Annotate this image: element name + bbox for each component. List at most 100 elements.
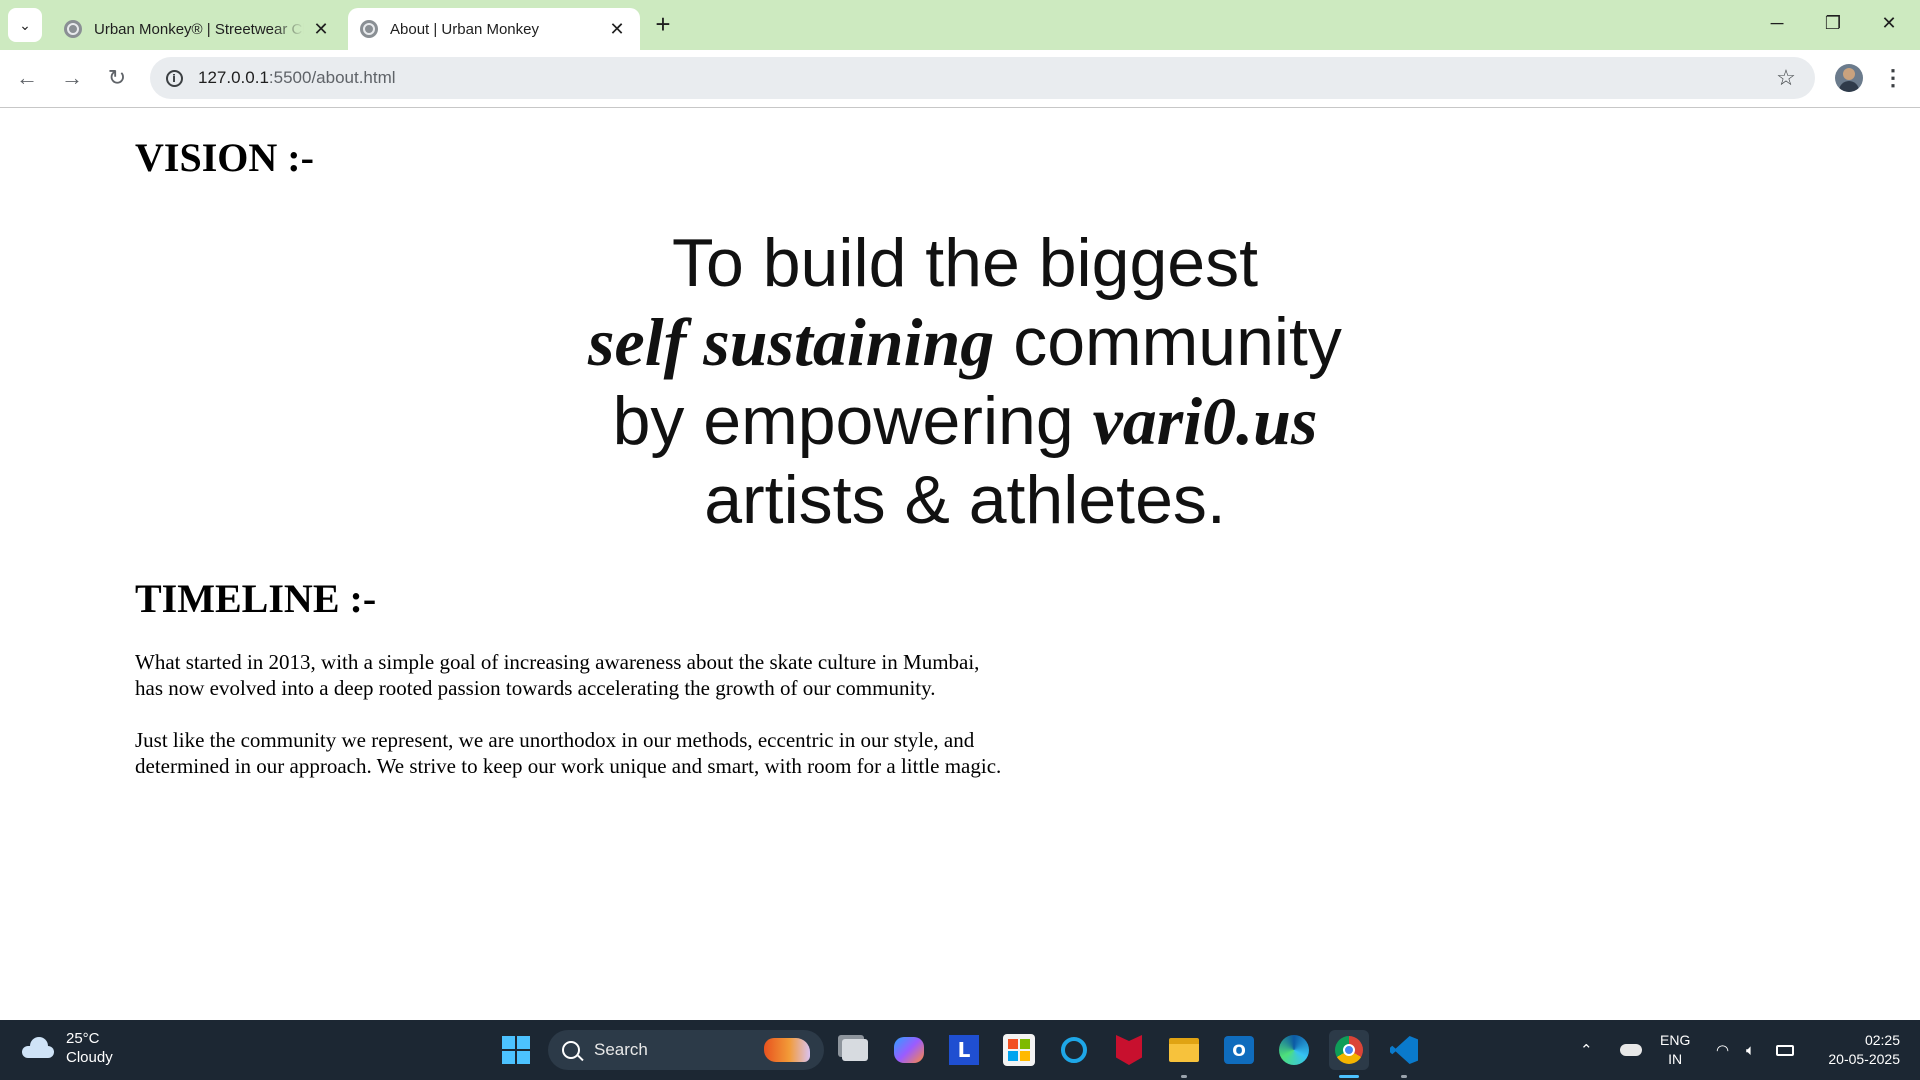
paragraph-line: determined in our approach. We strive to… — [135, 754, 1002, 778]
task-view-icon[interactable] — [835, 1030, 875, 1070]
bookmark-button[interactable]: ☆ — [1769, 61, 1803, 95]
store-pane — [1008, 1039, 1018, 1049]
restore-button[interactable]: ❐ — [1806, 0, 1860, 46]
star-icon: ☆ — [1776, 65, 1796, 90]
profile-avatar[interactable] — [1835, 64, 1863, 92]
chrome-center — [1343, 1044, 1355, 1056]
start-button[interactable] — [502, 1036, 530, 1064]
store-pane — [1020, 1051, 1030, 1061]
paragraph-line: Just like the community we represent, we… — [135, 728, 975, 752]
volume-icon[interactable]: 🔈︎ — [1746, 1020, 1755, 1080]
copilot-shape — [894, 1037, 924, 1063]
windows-logo-pane — [517, 1051, 530, 1064]
chevron-up-icon: ⌃ — [1580, 1042, 1593, 1059]
reload-button[interactable]: ↻ — [100, 61, 134, 95]
browser-toolbar: ← → ↻ i 127.0.0.1:5500/about.html ☆ ⋮ — [0, 50, 1920, 108]
tab-title: Urban Monkey® | Streetwear Clothing — [94, 20, 304, 38]
file-explorer-icon[interactable] — [1164, 1030, 1204, 1078]
vscode-icon[interactable] — [1384, 1030, 1424, 1078]
url-text[interactable]: 127.0.0.1:5500/about.html — [198, 68, 1769, 88]
vision-emphasis: vari0.us — [1092, 383, 1318, 459]
vision-text: by empowering — [612, 383, 1093, 459]
language-code: ENG — [1660, 1032, 1691, 1048]
browser-menu-button[interactable]: ⋮ — [1878, 61, 1908, 95]
kebab-menu-icon: ⋮ — [1882, 65, 1904, 90]
store-pane — [1020, 1039, 1030, 1049]
paragraph-line: What started in 2013, with a simple goal… — [135, 650, 980, 674]
show-hidden-icons-button[interactable]: ⌃ — [1580, 1020, 1593, 1080]
clock[interactable]: 02:25 20-05-2025 — [1815, 1031, 1900, 1069]
search-label: Search — [594, 1040, 648, 1059]
back-button[interactable]: ← — [10, 61, 44, 95]
windows-logo-pane — [502, 1051, 515, 1064]
edge-shape — [1279, 1035, 1309, 1065]
vision-line-4: artists & athletes. — [704, 462, 1226, 538]
arrow-left-icon: ← — [16, 65, 38, 90]
windows-logo-pane — [517, 1036, 530, 1049]
taskbar: 25°C Cloudy Search L O ⌃ ENG IN ◠ 🔈︎ 02:… — [0, 1020, 1920, 1080]
tab-strip: ⌄ Urban Monkey® | Streetwear Clothing ✕ … — [0, 0, 1920, 50]
wifi-glyph: ◠ — [1716, 1042, 1730, 1059]
arrow-right-icon: → — [61, 65, 83, 90]
globe-icon — [360, 20, 378, 38]
clock-date: 20-05-2025 — [1828, 1051, 1900, 1067]
globe-icon — [64, 20, 82, 38]
edge-icon[interactable] — [1274, 1030, 1314, 1070]
url-host: 127.0.0.1 — [198, 68, 269, 87]
chevron-down-icon: ⌄ — [19, 16, 31, 33]
info-icon: i — [165, 69, 183, 87]
timeline-heading: TIMELINE :- — [135, 576, 377, 621]
mcafee-icon[interactable] — [1109, 1030, 1149, 1070]
language-indicator[interactable]: ENG IN — [1660, 1031, 1690, 1069]
timeline-paragraph-1: What started in 2013, with a simple goal… — [135, 649, 1095, 701]
site-info-button[interactable]: i — [162, 66, 186, 90]
clock-time: 02:25 — [1864, 1032, 1900, 1048]
weather-widget[interactable]: 25°C Cloudy — [20, 1029, 113, 1067]
vision-line-2: self sustaining community — [560, 303, 1370, 382]
close-tab-icon[interactable]: ✕ — [310, 18, 332, 40]
folder-shape — [1169, 1038, 1199, 1062]
vscode-shape — [1390, 1036, 1418, 1064]
onedrive-shape — [1620, 1044, 1642, 1056]
store-pane — [1008, 1051, 1018, 1061]
l-app-icon[interactable]: L — [944, 1030, 984, 1070]
wifi-icon[interactable]: ◠ — [1716, 1020, 1729, 1080]
close-tab-icon[interactable]: ✕ — [606, 18, 628, 40]
tab-title: About | Urban Monkey — [390, 20, 539, 38]
taskbar-search[interactable]: Search — [548, 1030, 824, 1070]
close-window-button[interactable]: ✕ — [1862, 0, 1916, 46]
microsoft-store-icon[interactable] — [999, 1030, 1039, 1070]
battery-shape — [1776, 1044, 1794, 1056]
tab-search-button[interactable]: ⌄ — [8, 8, 42, 42]
task-view-shape — [842, 1039, 868, 1061]
onedrive-icon[interactable] — [1620, 1020, 1642, 1080]
weather-condition: Cloudy — [66, 1049, 113, 1066]
mcafee-shape — [1116, 1035, 1142, 1065]
battery-icon[interactable] — [1776, 1020, 1794, 1080]
forward-button[interactable]: → — [55, 61, 89, 95]
cortana-icon[interactable] — [1054, 1030, 1094, 1070]
vision-text: community — [994, 304, 1342, 380]
search-highlight-icon — [764, 1038, 810, 1062]
tab-home[interactable]: Urban Monkey® | Streetwear Clothing ✕ — [52, 8, 344, 50]
l-app-shape: L — [949, 1035, 979, 1065]
chrome-icon[interactable] — [1329, 1030, 1369, 1078]
windows-logo-icon — [502, 1036, 515, 1049]
address-bar[interactable]: i 127.0.0.1:5500/about.html ☆ — [150, 57, 1815, 99]
vision-line-1: To build the biggest — [672, 225, 1258, 301]
copilot-icon[interactable] — [889, 1030, 929, 1070]
vision-emphasis: self sustaining — [588, 304, 995, 380]
vision-line-3: by empowering vari0.us — [560, 382, 1370, 461]
outlook-shape: O — [1224, 1036, 1254, 1064]
cloud-icon — [20, 1036, 56, 1060]
minimize-button[interactable]: ─ — [1750, 0, 1804, 46]
url-path: :5500/about.html — [268, 68, 396, 87]
search-icon — [562, 1041, 580, 1059]
reload-icon: ↻ — [107, 65, 127, 90]
vision-statement-image: To build the biggest self sustaining com… — [560, 224, 1370, 539]
region-code: IN — [1668, 1051, 1683, 1067]
chrome-shape — [1335, 1036, 1363, 1064]
outlook-icon[interactable]: O — [1219, 1030, 1259, 1070]
new-tab-button[interactable]: + — [648, 9, 678, 39]
tab-about[interactable]: About | Urban Monkey ✕ — [348, 8, 640, 50]
